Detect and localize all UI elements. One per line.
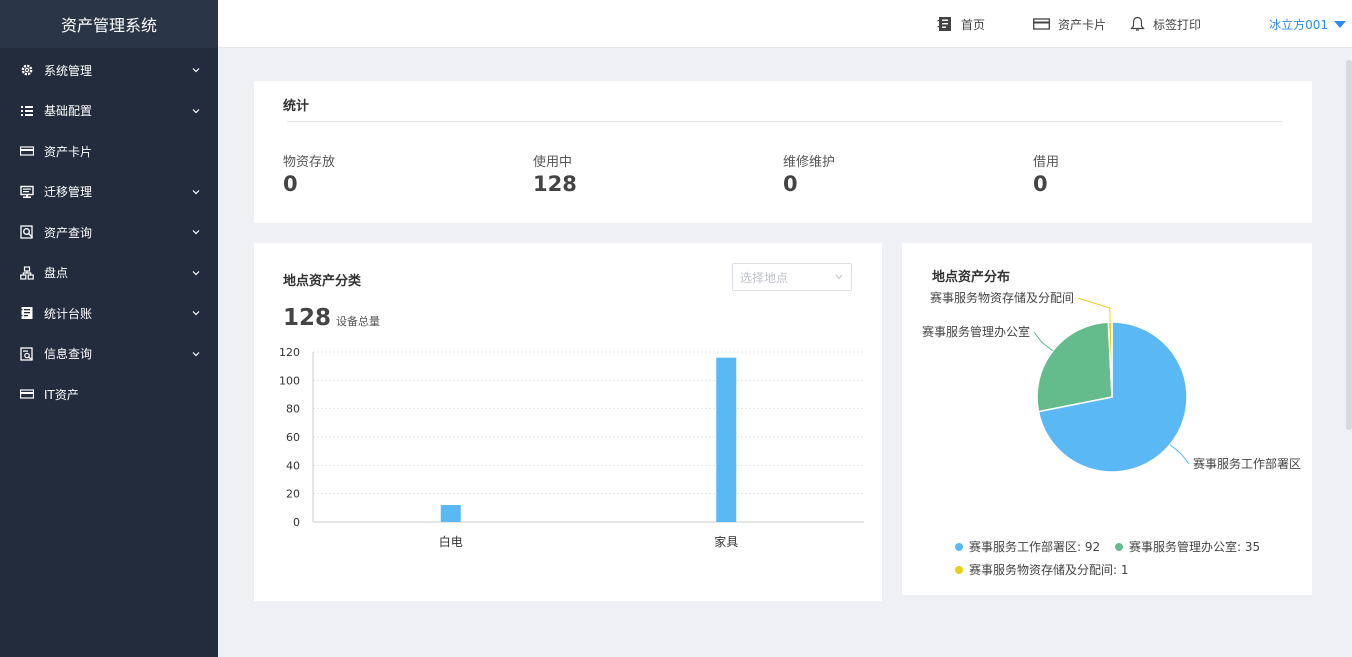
- sidebar-item-label: 资产查询: [44, 225, 93, 240]
- chevron-down-icon: [192, 351, 200, 357]
- divider: [287, 121, 1282, 122]
- username: 冰立方001: [1269, 17, 1328, 32]
- card-icon: [20, 144, 34, 158]
- stat-label: 借用: [1033, 155, 1060, 170]
- stat-value: 0: [783, 172, 798, 196]
- x-tick-label: 家具: [714, 534, 738, 549]
- bar[interactable]: [440, 505, 461, 522]
- y-tick-label: 60: [286, 431, 300, 444]
- y-tick-label: 120: [279, 346, 300, 359]
- sidebar-item-asset-query[interactable]: 资产查询: [0, 212, 218, 253]
- sidebar: 资产管理系统 系统管理 基础配置 资产卡片 迁移管理 资产查询 盘点 统计台账 …: [0, 0, 218, 657]
- chevron-down-icon: [192, 108, 200, 114]
- sidebar-item-basic-config[interactable]: 基础配置: [0, 91, 218, 132]
- ledger-icon: [20, 306, 34, 320]
- stat-maintenance: 维修维护 0: [783, 151, 835, 196]
- card-icon: [20, 387, 34, 401]
- asset-card-link-label: 资产卡片: [1058, 17, 1107, 32]
- bar[interactable]: [716, 357, 737, 522]
- list-icon: [20, 104, 34, 118]
- legend-item[interactable]: 赛事服务物资存储及分配间: 1: [955, 561, 1129, 578]
- stat-in-use: 使用中 128: [533, 151, 577, 196]
- ledger-icon: [937, 17, 951, 31]
- sidebar-item-label: 信息查询: [44, 347, 93, 362]
- sidebar-nav: 系统管理 基础配置 资产卡片 迁移管理 资产查询 盘点 统计台账 信息查询 IT…: [0, 48, 218, 415]
- info-search-icon: [20, 347, 34, 361]
- legend-label: 赛事服务管理办公室: 35: [1129, 540, 1261, 554]
- hierarchy-icon: [20, 266, 34, 280]
- sidebar-item-system-management[interactable]: 系统管理: [0, 50, 218, 91]
- label-print-link-label: 标签打印: [1153, 17, 1202, 32]
- chevron-down-icon: [192, 230, 200, 235]
- sidebar-item-label: 基础配置: [44, 104, 93, 119]
- stat-storage: 物资存放 0: [283, 151, 335, 196]
- chevron-down-icon: [192, 311, 200, 316]
- app-title: 资产管理系统: [0, 0, 218, 48]
- legend-label: 赛事服务工作部署区: 92: [969, 540, 1101, 554]
- stats-card: 统计 物资存放 0 使用中 128 维修维护 0 借用 0: [254, 81, 1312, 223]
- legend-dot: [955, 565, 963, 574]
- sidebar-item-label: 系统管理: [44, 63, 93, 78]
- scrollbar[interactable]: [1346, 60, 1352, 430]
- legend-dot: [955, 542, 963, 551]
- legend-dot: [1115, 542, 1123, 551]
- top-bar: 首页 资产卡片 标签打印 冰立方001: [218, 0, 1352, 48]
- sidebar-item-migration[interactable]: 迁移管理: [0, 172, 218, 213]
- stat-value: 0: [283, 172, 298, 196]
- legend-item[interactable]: 赛事服务管理办公室: 35: [1115, 538, 1260, 555]
- y-tick-label: 80: [286, 403, 300, 416]
- location-category-card: 地点资产分类 选择地点 128 设备总量 0 20 40 60 80 100 120 白电 家具: [254, 243, 882, 601]
- legend-label: 赛事服务物资存储及分配间: 1: [969, 563, 1129, 577]
- legend-item[interactable]: 赛事服务工作部署区: 92: [955, 538, 1100, 555]
- sidebar-item-label: IT资产: [44, 387, 79, 402]
- pie-legend: 赛事服务工作部署区: 92 赛事服务管理办公室: 35 赛事服务物资存储及分配间: …: [902, 243, 1312, 595]
- caret-down-icon: [1334, 20, 1346, 28]
- chevron-down-icon: [192, 189, 200, 195]
- sidebar-item-info-query[interactable]: 信息查询: [0, 334, 218, 375]
- stat-borrowed: 借用 0: [1033, 151, 1059, 196]
- stat-label: 维修维护: [783, 155, 836, 170]
- card-icon: [1033, 18, 1050, 30]
- bar-chart: 0 20 40 60 80 100 120 白电 家具: [279, 346, 864, 549]
- sidebar-item-it-assets[interactable]: IT资产: [0, 374, 218, 415]
- user-menu[interactable]: 冰立方001: [1269, 0, 1346, 48]
- sidebar-item-inventory[interactable]: 盘点: [0, 253, 218, 294]
- sidebar-item-label: 统计台账: [44, 306, 93, 321]
- gear-icon: [20, 63, 34, 77]
- label-print-link[interactable]: 标签打印: [1130, 0, 1201, 48]
- chevron-down-icon: [192, 68, 200, 73]
- home-link-label: 首页: [961, 17, 986, 32]
- y-tick-label: 100: [279, 374, 300, 387]
- sidebar-item-label: 迁移管理: [44, 185, 93, 200]
- y-tick-label: 40: [286, 459, 300, 472]
- y-tick-label: 20: [286, 488, 300, 501]
- chevron-down-icon: [192, 270, 200, 276]
- stats-title: 统计: [283, 99, 310, 114]
- bell-icon: [1130, 16, 1145, 31]
- location-distribution-card: 地点资产分布 赛事服务工作部署区 赛事服务管理办公室 赛事服务物资存储及分配间 赛事…: [902, 243, 1312, 595]
- stat-label: 使用中: [533, 155, 573, 170]
- stat-value: 128: [533, 172, 577, 196]
- search-doc-icon: [20, 225, 34, 239]
- sidebar-item-asset-card[interactable]: 资产卡片: [0, 131, 218, 172]
- y-tick-label: 0: [293, 516, 300, 529]
- sidebar-item-label: 资产卡片: [44, 144, 93, 159]
- monitor-icon: [20, 185, 34, 199]
- home-link[interactable]: 首页: [937, 0, 985, 48]
- stat-label: 物资存放: [283, 155, 336, 170]
- x-tick-label: 白电: [439, 534, 463, 549]
- stat-value: 0: [1033, 172, 1048, 196]
- asset-card-link[interactable]: 资产卡片: [1033, 0, 1106, 48]
- sidebar-item-label: 盘点: [44, 266, 69, 281]
- sidebar-item-statistics-ledger[interactable]: 统计台账: [0, 293, 218, 334]
